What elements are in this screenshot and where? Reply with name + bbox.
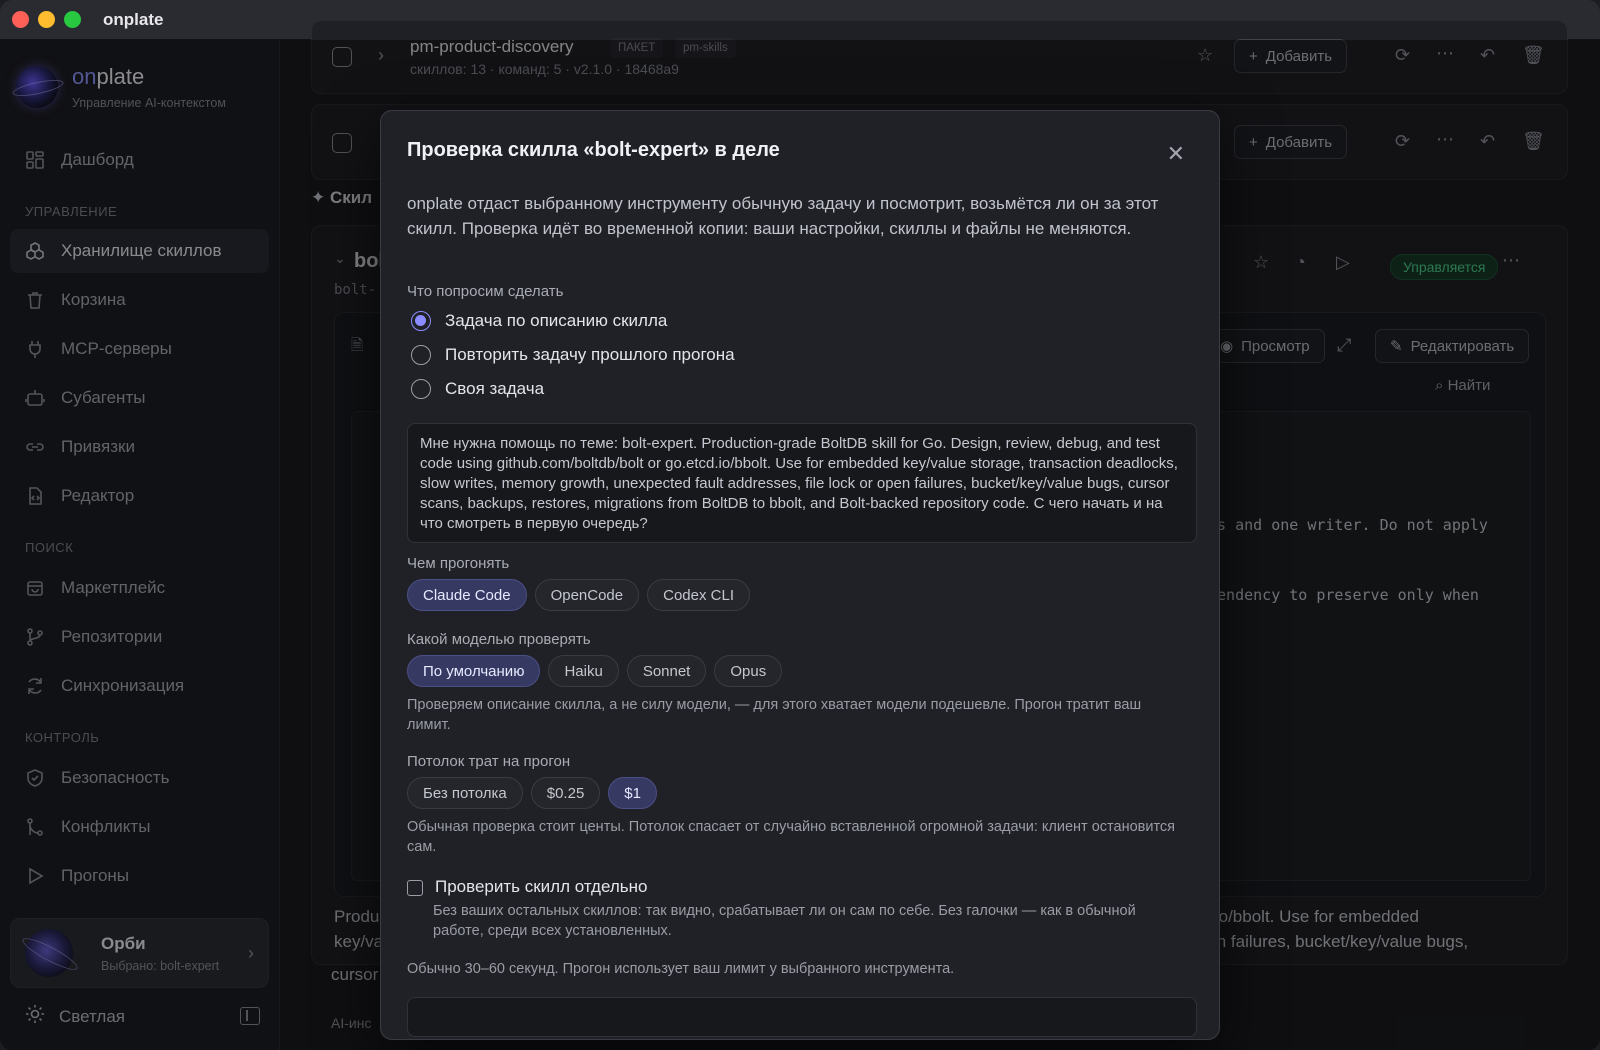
model-label: Какой моделью проверять <box>407 631 591 648</box>
runner-chips: Claude Code OpenCode Codex CLI <box>407 579 750 611</box>
close-icon[interactable]: ✕ <box>1167 141 1185 167</box>
runner-codex-cli[interactable]: Codex CLI <box>647 579 750 611</box>
dialog-title: Проверка скилла «bolt-expert» в деле <box>407 139 780 161</box>
radio-repeat-last-task[interactable]: Повторить задачу прошлого прогона <box>411 345 735 365</box>
task-text-area[interactable]: Мне нужна помощь по теме: bolt-expert. P… <box>407 423 1197 543</box>
app-window: onplate onplate Управление AI-контекстом… <box>0 0 1600 1050</box>
skill-test-dialog: Проверка скилла «bolt-expert» в деле ✕ o… <box>380 110 1220 1040</box>
minimize-window-button[interactable] <box>38 11 55 28</box>
radio-button[interactable] <box>411 379 431 399</box>
budget-025[interactable]: $0.25 <box>530 777 601 809</box>
isolate-hint: Без ваших остальных скиллов: так видно, … <box>433 903 1136 939</box>
model-sonnet[interactable]: Sonnet <box>626 655 707 687</box>
budget-hint: Обычная проверка стоит центы. Потолок сп… <box>407 819 1176 855</box>
budget-1[interactable]: $1 <box>608 777 657 809</box>
run-output-panel <box>407 997 1197 1037</box>
isolate-label: Проверить скилл отдельно <box>435 877 648 896</box>
duration-hint: Обычно 30–60 секунд. Прогон использует в… <box>407 961 955 977</box>
model-default[interactable]: По умолчанию <box>407 655 541 687</box>
runner-opencode[interactable]: OpenCode <box>534 579 640 611</box>
window-controls <box>12 11 81 28</box>
isolate-checkbox[interactable] <box>407 880 423 896</box>
close-window-button[interactable] <box>12 11 29 28</box>
model-haiku[interactable]: Haiku <box>548 655 619 687</box>
zoom-window-button[interactable] <box>64 11 81 28</box>
radio-skill-description-task[interactable]: Задача по описанию скилла <box>411 311 667 331</box>
dialog-description: onplate отдаст выбранному инструменту об… <box>407 194 1159 238</box>
radio-custom-task[interactable]: Своя задача <box>411 379 544 399</box>
budget-label: Потолок трат на прогон <box>407 753 571 770</box>
model-chips: По умолчанию Haiku Sonnet Opus <box>407 655 783 687</box>
runner-label: Чем прогонять <box>407 555 510 572</box>
model-hint: Проверяем описание скилла, а не силу мод… <box>407 697 1142 733</box>
runner-claude-code[interactable]: Claude Code <box>407 579 527 611</box>
radio-button[interactable] <box>411 345 431 365</box>
task-mode-label: Что попросим сделать <box>407 283 564 300</box>
budget-no-limit[interactable]: Без потолка <box>407 777 523 809</box>
budget-chips: Без потолка $0.25 $1 <box>407 777 657 809</box>
window-title: onplate <box>103 9 164 29</box>
isolate-skill-toggle[interactable]: Проверить скилл отдельно <box>407 877 647 897</box>
radio-button[interactable] <box>411 311 431 331</box>
model-opus[interactable]: Opus <box>714 655 783 687</box>
